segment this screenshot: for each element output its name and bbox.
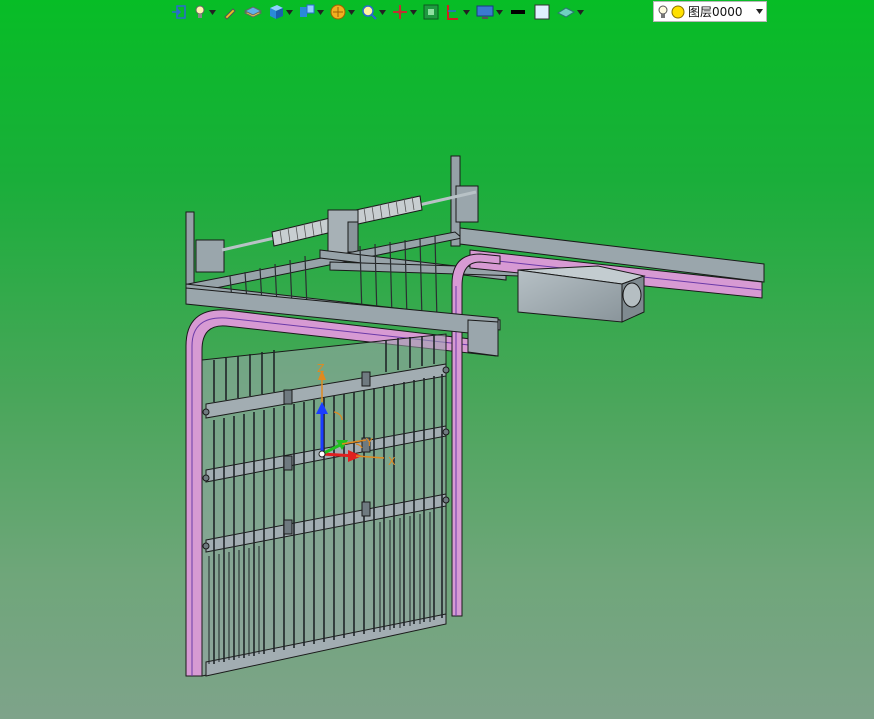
right-track <box>451 253 501 617</box>
surface-button[interactable] <box>556 1 585 23</box>
surface-icon <box>556 7 576 18</box>
chevron-down-icon[interactable] <box>316 1 325 23</box>
fit-view-icon <box>423 4 439 20</box>
zoom-icon <box>362 5 377 20</box>
chevron-down-icon[interactable] <box>285 1 294 23</box>
light-button[interactable] <box>192 1 217 23</box>
pen-icon <box>224 8 236 20</box>
operator-box <box>517 265 646 323</box>
line-color-icon <box>511 10 525 14</box>
chevron-down-icon[interactable] <box>409 1 418 23</box>
solid-cube-button[interactable] <box>267 1 294 23</box>
fit-view-button[interactable] <box>422 1 440 23</box>
chevron-down-icon[interactable] <box>462 1 471 23</box>
solid-cube-icon <box>270 5 283 19</box>
bulb-icon <box>658 5 668 18</box>
layer-plane-icon <box>243 6 263 18</box>
pen-button[interactable] <box>221 1 239 23</box>
render-mode-button[interactable] <box>329 1 356 23</box>
move-icon <box>393 5 407 19</box>
triad-z-label: Z <box>317 362 325 375</box>
torsion-spring <box>221 190 477 255</box>
move-button[interactable] <box>391 1 418 23</box>
layer-dropdown[interactable]: 图层0000 <box>653 1 767 22</box>
render-mode-icon <box>330 4 346 20</box>
zoom-button[interactable] <box>360 1 387 23</box>
section-button[interactable] <box>444 1 471 23</box>
display-button[interactable] <box>475 1 504 23</box>
fill-color-icon <box>534 4 550 20</box>
line-color-button[interactable] <box>508 1 528 23</box>
fill-color-button[interactable] <box>532 1 552 23</box>
triad-y-label: Y <box>365 436 373 449</box>
exit-button[interactable] <box>170 1 188 23</box>
display-icon <box>476 5 494 19</box>
exit-icon <box>172 5 186 19</box>
layer-plane-button[interactable] <box>243 1 263 23</box>
chevron-down-icon[interactable] <box>576 1 585 23</box>
chevron-down-icon[interactable] <box>752 9 766 14</box>
layer-color-icon <box>671 5 685 18</box>
light-icon <box>195 5 205 18</box>
garage-door-model[interactable]: Z Y X <box>0 0 874 719</box>
cad-viewport[interactable]: Z Y X 图层0000 <box>0 0 874 719</box>
chevron-down-icon[interactable] <box>208 1 217 23</box>
section-icon <box>447 5 458 20</box>
chevron-down-icon[interactable] <box>495 1 504 23</box>
layer-name: 图层0000 <box>688 5 743 19</box>
view-toolbar <box>170 0 589 24</box>
view-orient-button[interactable] <box>298 1 325 23</box>
triad-x-label: X <box>388 455 396 468</box>
view-orient-icon <box>300 4 315 17</box>
chevron-down-icon[interactable] <box>378 1 387 23</box>
chevron-down-icon[interactable] <box>347 1 356 23</box>
